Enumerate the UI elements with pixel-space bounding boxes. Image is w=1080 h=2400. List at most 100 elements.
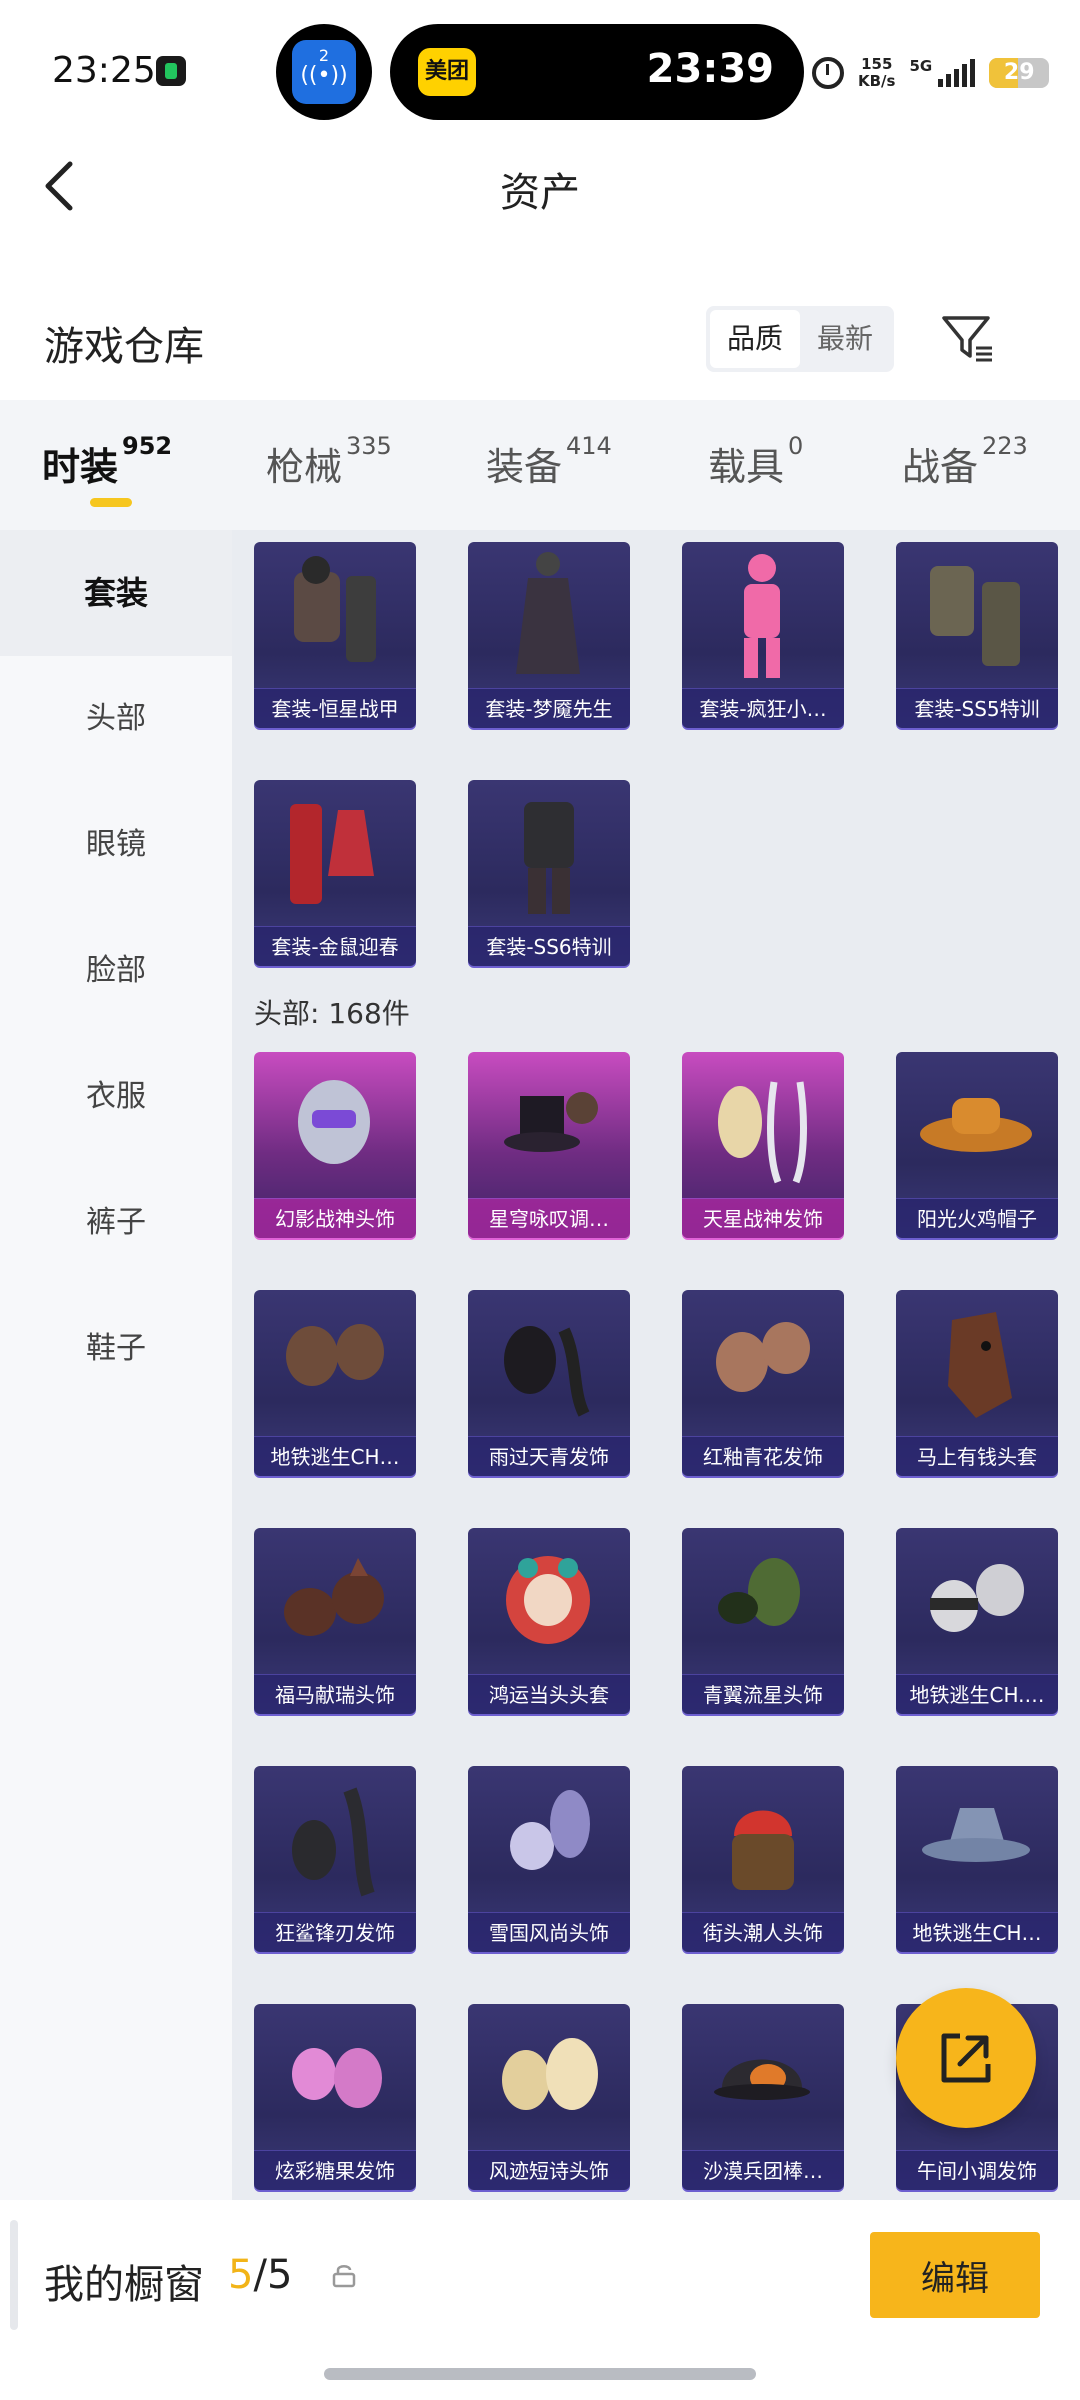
cowboy-hat-icon <box>920 1098 1032 1152</box>
sidebar-item-suits[interactable]: 套装 <box>0 530 232 656</box>
share-button[interactable] <box>896 1988 1036 2128</box>
showcase-total: 5 <box>266 2252 293 2298</box>
head-item-card[interactable]: 福马献瑞头饰 <box>254 1528 416 1714</box>
card-label: 雨过天青发饰 <box>468 1436 630 1476</box>
card-label: 街头潮人头饰 <box>682 1912 844 1952</box>
tab-count: 335 <box>346 432 392 460</box>
head-item-card[interactable]: 炫彩糖果发饰 <box>254 2004 416 2190</box>
head-item-card[interactable]: 阳光火鸡帽子 <box>896 1052 1058 1238</box>
head-item-card[interactable]: 天星战神发饰 <box>682 1052 844 1238</box>
share-export-icon <box>941 2033 991 2083</box>
head-item-card[interactable]: 红釉青花发饰 <box>682 1290 844 1476</box>
edge-handle <box>10 2220 18 2330</box>
hair-icon <box>718 1558 800 1626</box>
head-item-card[interactable]: 地铁逃生CH… <box>896 1766 1058 1952</box>
card-label: 马上有钱头套 <box>896 1436 1058 1476</box>
card-label: 地铁逃生CH… <box>896 1912 1058 1952</box>
battery-icon: 29 <box>989 58 1050 88</box>
notification-app-icon <box>156 56 186 86</box>
dynamic-island-badge[interactable]: 2 ((•)) <box>276 24 372 120</box>
showcase-label: 我的橱窗 <box>44 2262 204 2308</box>
network-speed-value: 155 <box>861 55 893 73</box>
long-coat-outfit-icon <box>516 552 580 674</box>
status-indicators: 155 KB/s 5G 29 <box>812 48 1050 98</box>
network-speed: 155 KB/s <box>858 56 895 90</box>
tab-supplies[interactable]: 战备 223 <box>902 432 1028 491</box>
military-outfit-icon <box>930 566 1020 666</box>
top-hat-icon <box>504 1092 598 1152</box>
head-item-card[interactable]: 青翼流星头饰 <box>682 1528 844 1714</box>
showcase-bar: 我的橱窗 5/5 编辑 <box>0 2200 1080 2400</box>
sidebar-item-head[interactable]: 头部 <box>0 656 232 782</box>
card-label: 套装-SS5特训 <box>896 688 1058 728</box>
showcase-separator: / <box>253 2252 267 2298</box>
pink-bunny-outfit-icon <box>744 554 780 678</box>
showcase-count: 5/5 <box>228 2252 292 2298</box>
tab-label: 战备 <box>902 445 979 489</box>
head-item-card[interactable]: 星穹咏叹调… <box>468 1052 630 1238</box>
card-label: 鸿运当头头套 <box>468 1674 630 1714</box>
tab-vehicles[interactable]: 载具 0 <box>708 432 803 491</box>
suit-card[interactable]: 套装-金鼠迎春 <box>254 780 416 966</box>
suit-card[interactable]: 套装-梦魇先生 <box>468 542 630 728</box>
signal-waves-icon: ((•)) <box>300 63 348 88</box>
network-type: 5G <box>909 57 933 75</box>
head-item-card[interactable]: 雨过天青发饰 <box>468 1290 630 1476</box>
suit-card[interactable]: 套装-恒星战甲 <box>254 542 416 728</box>
suit-card[interactable]: 套装-SS6特训 <box>468 780 630 966</box>
card-label: 套装-SS6特训 <box>468 926 630 966</box>
head-item-card[interactable]: 马上有钱头套 <box>896 1290 1058 1476</box>
filter-icon[interactable] <box>940 310 996 366</box>
tab-gear[interactable]: 装备 414 <box>486 432 612 491</box>
dynamic-island-pill[interactable]: 美团 23:39 <box>390 24 804 120</box>
card-label: 雪国风尚头饰 <box>468 1912 630 1952</box>
sort-quality-button[interactable]: 品质 <box>710 310 800 368</box>
head-item-card[interactable]: 街头潮人头饰 <box>682 1766 844 1952</box>
page-title: 资产 <box>500 170 580 216</box>
sidebar-item-face[interactable]: 脸部 <box>0 908 232 1034</box>
card-label: 星穹咏叹调… <box>468 1198 630 1238</box>
horse-mask-icon <box>948 1312 1012 1418</box>
card-label: 地铁逃生CH… <box>254 1436 416 1476</box>
sidebar-item-shoes[interactable]: 鞋子 <box>0 1286 232 1412</box>
home-indicator[interactable] <box>324 2368 756 2380</box>
tab-count: 223 <box>982 432 1028 460</box>
tab-guns[interactable]: 枪械 335 <box>266 432 392 491</box>
card-label: 狂鲨锋刃发饰 <box>254 1912 416 1952</box>
cell-signal-icon <box>938 59 976 87</box>
tab-fashion[interactable]: 时装 952 <box>42 432 172 491</box>
active-tab-indicator <box>90 498 132 507</box>
island-time: 23:39 <box>646 46 774 92</box>
card-label: 阳光火鸡帽子 <box>896 1198 1058 1238</box>
sort-newest-button[interactable]: 最新 <box>800 310 890 368</box>
head-item-card[interactable]: 沙漠兵团棒… <box>682 2004 844 2190</box>
tab-label: 装备 <box>486 445 563 489</box>
card-label: 套装-恒星战甲 <box>254 688 416 728</box>
lion-mask-icon <box>506 1556 590 1644</box>
card-label: 风迹短诗头饰 <box>468 2150 630 2190</box>
showcase-used: 5 <box>228 2252 254 2298</box>
head-item-card[interactable]: 风迹短诗头饰 <box>468 2004 630 2190</box>
head-item-card[interactable]: 雪国风尚头饰 <box>468 1766 630 1952</box>
sidebar-item-clothes[interactable]: 衣服 <box>0 1034 232 1160</box>
suit-card[interactable]: 套装-疯狂小… <box>682 542 844 728</box>
card-label: 幻影战神头饰 <box>254 1198 416 1238</box>
sidebar-item-pants[interactable]: 裤子 <box>0 1160 232 1286</box>
meituan-app-icon: 美团 <box>418 48 476 96</box>
item-grid: 套装-恒星战甲 套装-梦魇先生 套装-疯狂小… 套装-SS5特训 套装-金鼠迎春… <box>232 530 1080 2200</box>
head-item-card[interactable]: 鸿运当头头套 <box>468 1528 630 1714</box>
sidebar-item-glasses[interactable]: 眼镜 <box>0 782 232 908</box>
suit-card[interactable]: 套装-SS5特训 <box>896 542 1058 728</box>
card-label: 沙漠兵团棒… <box>682 2150 844 2190</box>
edit-showcase-button[interactable]: 编辑 <box>870 2232 1040 2318</box>
head-item-card[interactable]: 地铁逃生CH.… <box>896 1528 1058 1714</box>
tab-count: 414 <box>566 432 612 460</box>
pink-hair-icon <box>292 2048 382 2108</box>
hair-icon <box>504 1326 590 1417</box>
head-item-card[interactable]: 地铁逃生CH… <box>254 1290 416 1476</box>
category-tabs: 时装 952 枪械 335 装备 414 载具 0 战备 223 <box>0 400 1080 530</box>
head-item-card[interactable]: 幻影战神头饰 <box>254 1052 416 1238</box>
head-item-card[interactable]: 狂鲨锋刃发饰 <box>254 1766 416 1952</box>
battery-level: 29 <box>1003 60 1035 85</box>
card-label: 套装-梦魇先生 <box>468 688 630 728</box>
